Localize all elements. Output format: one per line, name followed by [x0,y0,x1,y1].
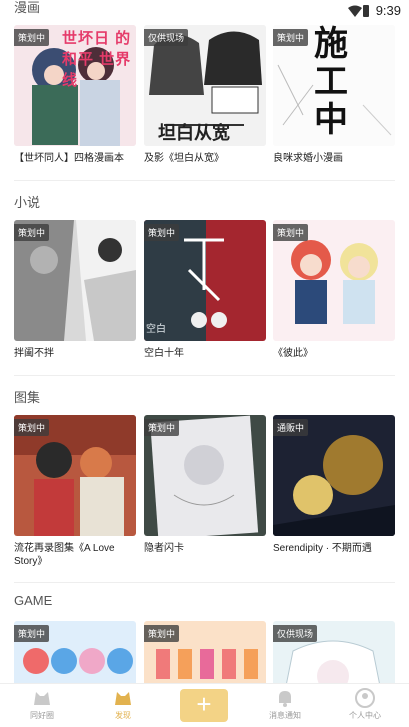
card-thumbnail: 通贩中 [273,415,395,536]
nav-label: 同好圈 [30,711,54,720]
status-badge: 策划中 [14,29,50,46]
card-thumbnail: 空白 策划中 [144,220,266,341]
card-caption: 空白十年 [144,348,184,359]
card-game-1[interactable]: 策划中 [14,621,136,683]
nav-item-discover[interactable]: 发现 [93,687,153,721]
status-bar: 9:39 [0,0,409,22]
status-badge: 策划中 [14,625,50,642]
cat-icon [34,692,50,705]
section-divider [14,582,395,583]
section-title-novels: 小说 [14,195,41,210]
status-badge: 策划中 [14,419,50,436]
card-comic-1[interactable]: 世坏日 的 和平 世界线 策划中 【世坏同人】四格漫画本 [14,25,136,165]
nav-label: 个人中心 [349,711,381,720]
card-caption: 拌阖不拌 [14,348,54,359]
card-artbook-3[interactable]: 通贩中 Serendipity · 不期而遇 [273,415,395,555]
card-thumbnail: 施工中 策划中 [273,25,395,146]
artwork-title: 空白 [146,324,166,335]
artwork-title: 坦白从宽 [158,123,230,143]
nav-item-profile[interactable]: 个人中心 [335,687,395,721]
artwork-title: 施工中 [314,25,348,139]
card-thumbnail: 仅供现场 [273,621,395,683]
card-novel-1[interactable]: 策划中 拌阖不拌 [14,220,136,360]
artwork-title: 世坏日 的 和平 世界线 [62,30,132,89]
card-comic-3[interactable]: 施工中 策划中 良咪求婚小漫画 [273,25,395,165]
card-thumbnail: 策划中 [273,220,395,341]
card-comic-2[interactable]: 坦白从宽 仅供现场 及影《坦白从宽》 [144,25,266,165]
status-badge: 通贩中 [273,419,309,436]
card-caption: 良咪求婚小漫画 [273,153,343,164]
battery-icon [363,5,369,17]
nav-item-circle[interactable]: 同好圈 [12,687,72,721]
card-caption: 【世坏同人】四格漫画本 [14,153,124,164]
card-caption: 《彼此》 [273,348,313,359]
nav-label: 发现 [115,711,131,720]
card-artbook-1[interactable]: 策划中 流花再录图集《A Love Story》 [14,415,136,568]
status-badge: 仅供现场 [144,29,189,46]
status-badge: 策划中 [144,419,180,436]
card-novel-2[interactable]: 空白 策划中 空白十年 [144,220,266,360]
section-divider [14,375,395,376]
status-badge: 策划中 [144,625,180,642]
card-game-2[interactable]: 策划中 [144,621,266,683]
card-artbook-2[interactable]: 策划中 隐者闪卡 [144,415,266,555]
card-caption: 及影《坦白从宽》 [144,153,224,164]
card-thumbnail: 策划中 [14,415,136,536]
card-game-3[interactable]: 仅供现场 [273,621,395,683]
clock: 9:39 [375,3,401,18]
card-thumbnail: 世坏日 的 和平 世界线 策划中 [14,25,136,146]
card-caption: Serendipity · 不期而遇 [273,543,372,554]
user-icon [355,688,375,708]
status-badge: 策划中 [14,224,50,241]
discover-feed[interactable]: 漫画 世坏日 的 和平 世界线 策划中 【世坏同人】四格漫画本 坦白从宽 仅供现… [0,0,409,683]
card-caption: 隐者闪卡 [144,543,184,554]
card-thumbnail: 策划中 [14,220,136,341]
bottom-nav: 同好圈 发现 + 消息通知 个人中心 [0,683,409,727]
card-thumbnail: 坦白从宽 仅供现场 [144,25,266,146]
status-badge: 仅供现场 [273,625,318,642]
wifi-icon [348,5,362,17]
status-badge: 策划中 [273,29,309,46]
card-novel-3[interactable]: 策划中 《彼此》 [273,220,395,360]
cat-icon [115,692,131,705]
section-title-artbooks: 图集 [14,390,41,405]
card-caption: 流花再录图集《A Love Story》 [14,543,115,567]
section-divider [14,180,395,181]
card-thumbnail: 策划中 [144,415,266,536]
add-button[interactable]: + [180,689,228,722]
status-badge: 策划中 [144,224,180,241]
nav-label: 消息通知 [269,711,301,720]
bell-icon [279,691,291,707]
card-thumbnail: 策划中 [14,621,136,683]
card-thumbnail: 策划中 [144,621,266,683]
status-badge: 策划中 [273,224,309,241]
section-title-game: GAME [14,593,53,608]
nav-item-messages[interactable]: 消息通知 [255,687,315,721]
